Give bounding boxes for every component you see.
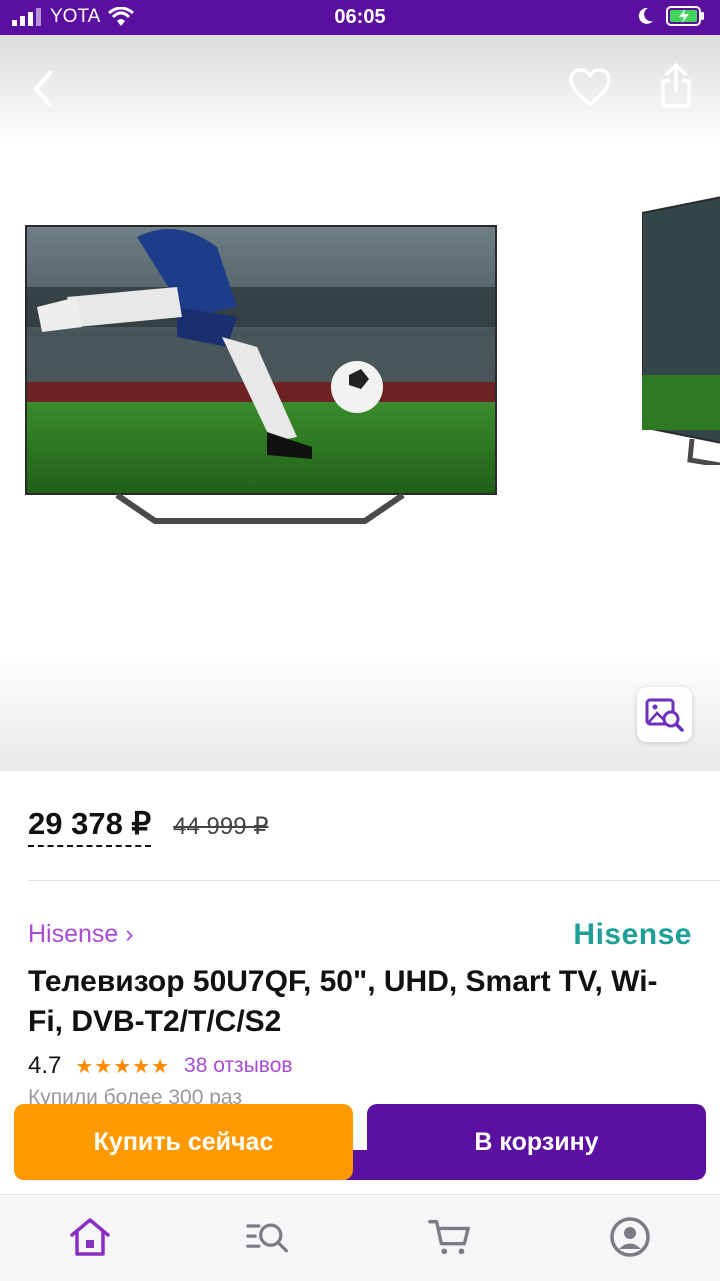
battery-icon [666,6,704,26]
price-current[interactable]: 29 378 ₽ [28,806,152,847]
buy-now-button[interactable]: Купить сейчас [14,1104,353,1180]
brand-logo[interactable]: Hisense [573,918,692,952]
chevron-left-icon [34,71,52,107]
brand-link[interactable]: Hisense › [28,920,134,949]
rating-stars: ★★★★★ [75,1055,171,1078]
home-icon [70,1218,110,1256]
favorite-button[interactable] [568,67,612,112]
status-time: 06:05 [334,6,386,28]
product-gallery[interactable] [0,35,720,771]
rating-row[interactable]: 4.7 ★★★★★ 38 отзывов [28,1052,293,1080]
status-bar: YOTA 06:05 [0,0,720,35]
tv-screen [25,225,497,495]
catalog-search-icon [246,1223,288,1253]
next-product-image [641,195,720,468]
bottom-nav [0,1194,720,1281]
share-button[interactable] [658,63,694,114]
nav-catalog[interactable] [246,1215,290,1259]
price-old: 44 999 ₽ [173,813,269,840]
profile-icon [610,1217,650,1257]
visual-search-button[interactable] [637,687,692,742]
nav-home[interactable] [68,1215,112,1259]
status-right [638,6,706,26]
nav-cart[interactable] [428,1215,472,1259]
image-search-icon [645,698,684,732]
add-to-cart-button[interactable]: В корзину [367,1104,706,1180]
tv-stand [115,493,405,524]
nav-profile[interactable] [608,1215,652,1259]
back-button[interactable] [28,69,58,114]
price-row: 29 378 ₽ 44 999 ₽ [28,806,269,847]
divider [28,880,720,881]
product-image [25,225,497,530]
cart-icon [428,1220,470,1255]
reviews-link[interactable]: 38 отзывов [184,1054,293,1078]
rating-value: 4.7 [28,1052,62,1079]
moon-icon [638,7,653,24]
heart-icon [569,68,611,106]
share-icon [661,63,691,108]
product-title: Телевизор 50U7QF, 50", UHD, Smart TV, Wi… [28,965,658,1038]
